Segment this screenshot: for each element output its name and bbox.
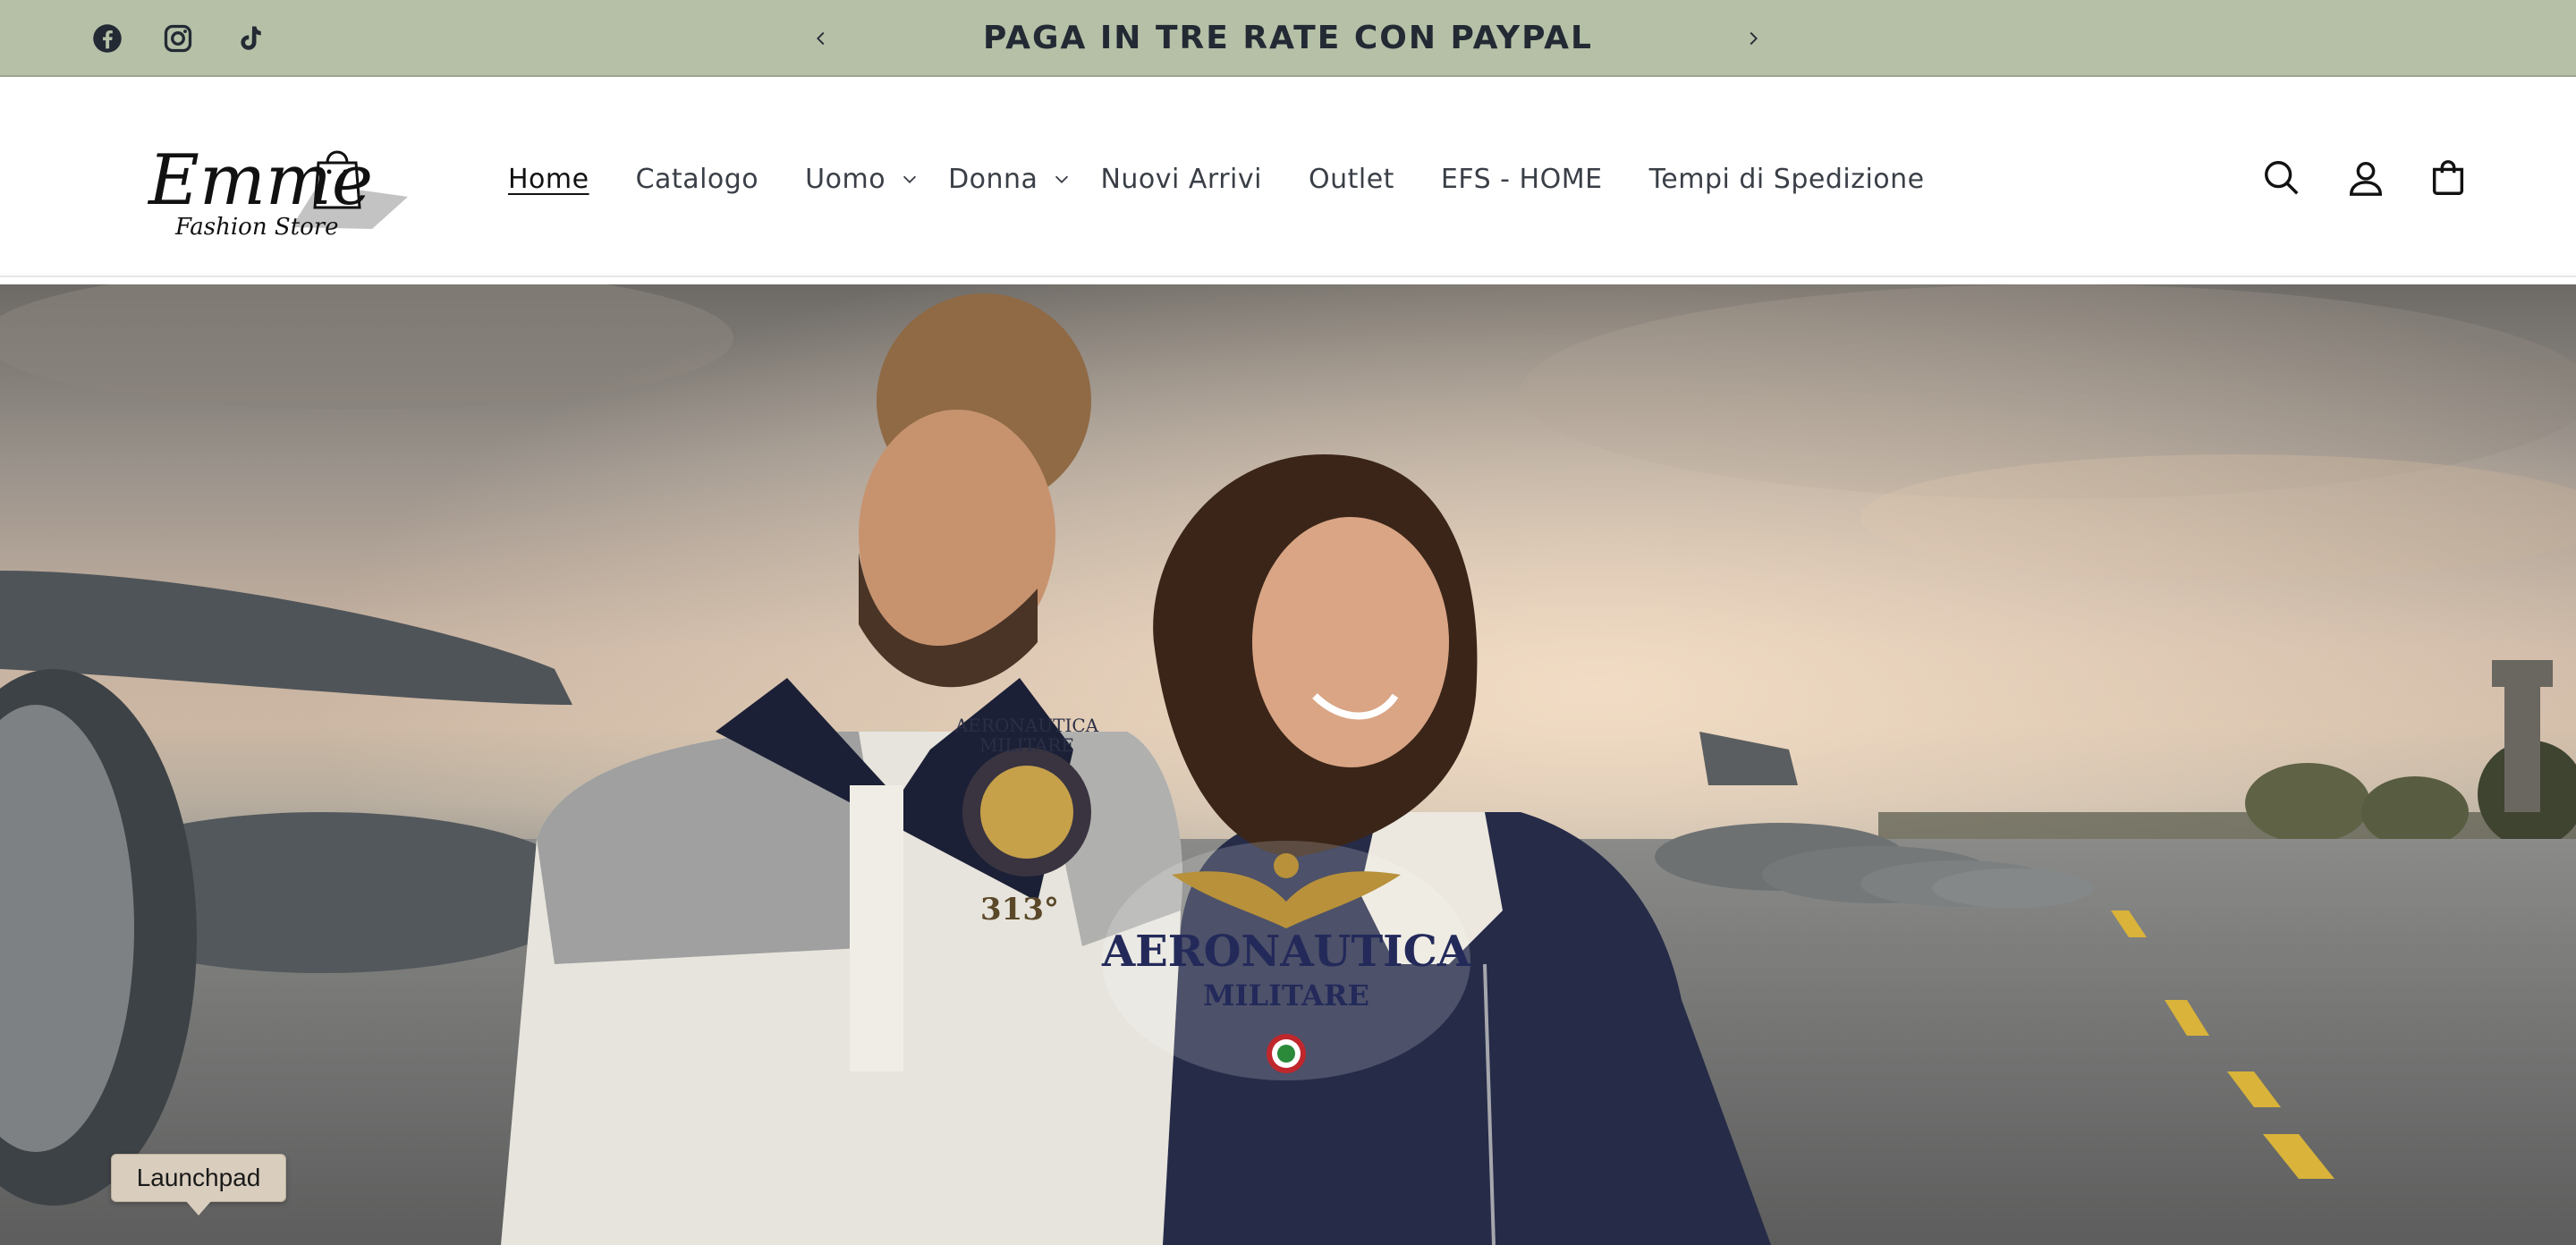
instagram-icon[interactable] (158, 19, 198, 58)
facebook-icon[interactable] (88, 19, 127, 58)
chevron-down-icon (902, 175, 917, 183)
search-button[interactable] (2256, 152, 2308, 204)
search-icon (2265, 161, 2299, 195)
polo-brand-text: MILITARE (979, 734, 1074, 756)
cart-icon (2432, 160, 2464, 195)
nav-item-label: Catalogo (635, 163, 759, 195)
nav-item-label: Tempi di Spedizione (1648, 163, 1925, 195)
polo-brand-text: AERONAUTICA (954, 715, 1099, 736)
nav-item-home[interactable]: Home (508, 164, 589, 195)
announcement-next-button[interactable] (1733, 19, 1773, 58)
nav-item-catalogo[interactable]: Catalogo (636, 164, 759, 195)
hero-banner[interactable]: AERONAUTICA MILITARE 313° AERONAUTICA MI… (0, 284, 2576, 1245)
chevron-right-icon (1750, 31, 1758, 46)
tooltip-label: Launchpad (136, 1164, 261, 1191)
nav-item-outlet[interactable]: Outlet (1309, 164, 1394, 195)
chevron-left-icon (817, 31, 825, 46)
tooltip-arrow (186, 1201, 211, 1215)
nav-item-efs-home[interactable]: EFS - HOME (1441, 164, 1603, 195)
store-logo[interactable]: Emme Fashion Store (140, 122, 417, 241)
nav-item-label: EFS - HOME (1440, 163, 1603, 195)
nav-item-label: Uomo (805, 163, 886, 195)
hero-brand-subtitle: MILITARE (1203, 978, 1369, 1012)
nav-item-label: Home (508, 163, 589, 195)
announcement-text: PAGA IN TRE RATE CON PAYPAL (983, 20, 1593, 56)
nav-item-nuovi-arrivi[interactable]: Nuovi Arrivi (1100, 164, 1262, 195)
nav-item-label: Nuovi Arrivi (1100, 163, 1262, 195)
hero-brand-title: AERONAUTICA (1101, 927, 1471, 977)
announcement-bar: PAGA IN TRE RATE CON PAYPAL (0, 0, 2576, 77)
cart-button[interactable] (2422, 152, 2474, 204)
chevron-down-icon (1055, 175, 1069, 183)
nav-item-label: Outlet (1308, 163, 1394, 195)
launchpad-tooltip: Launchpad (111, 1154, 286, 1202)
nav-item-tempi-di-spedizione[interactable]: Tempi di Spedizione (1649, 164, 1925, 195)
hero-image: AERONAUTICA MILITARE 313° AERONAUTICA MI… (0, 284, 2576, 1245)
nav-item-label: Donna (948, 163, 1038, 195)
account-icon (2349, 161, 2383, 196)
main-navigation: Home Catalogo Uomo Donna Nuovi Arrivi Ou… (508, 156, 1971, 202)
tiktok-icon[interactable] (230, 19, 269, 58)
site-header: Emme Fashion Store Home Catalogo Uomo Do… (0, 77, 2576, 277)
account-button[interactable] (2340, 152, 2392, 204)
polo-number-text: 313° (980, 892, 1059, 927)
nav-item-donna[interactable]: Donna (948, 164, 1072, 195)
nav-item-uomo[interactable]: Uomo (805, 164, 919, 195)
announcement-prev-button[interactable] (801, 19, 841, 58)
logo-wordmark: Emme (147, 140, 373, 221)
logo-tagline: Fashion Store (174, 214, 339, 238)
